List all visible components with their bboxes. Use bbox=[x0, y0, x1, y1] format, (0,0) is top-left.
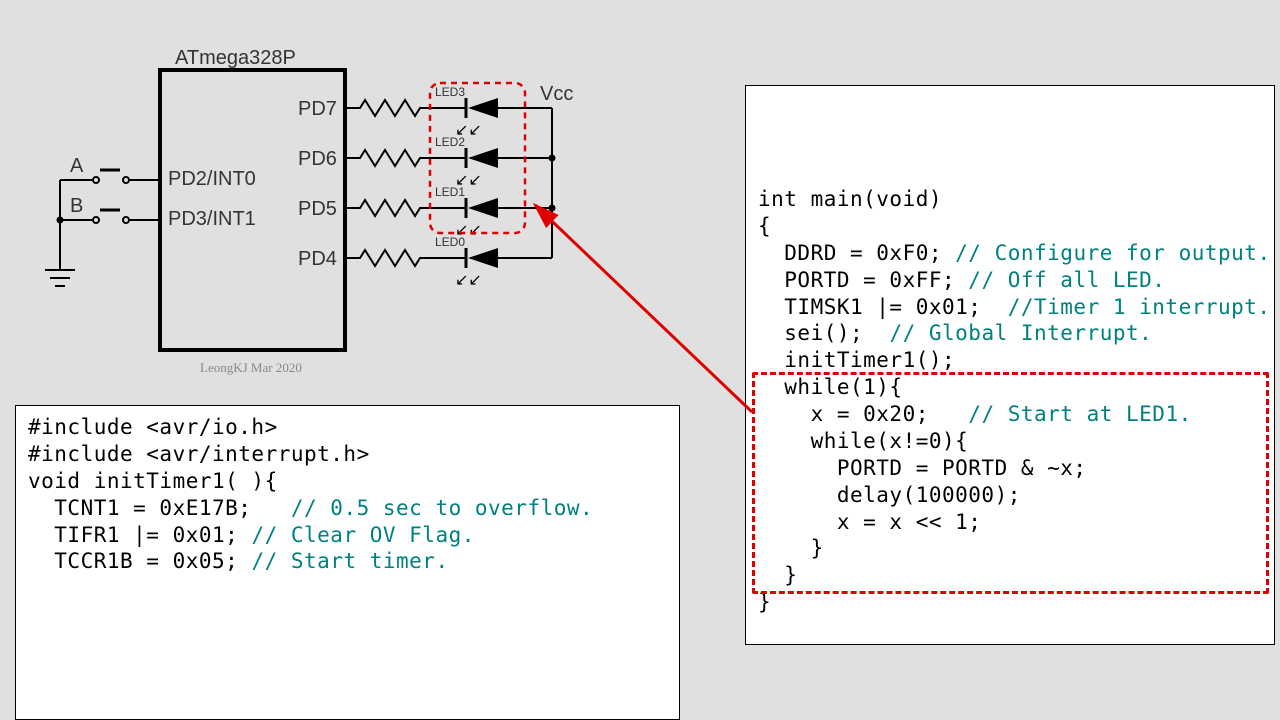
led-label: LED1 bbox=[435, 185, 465, 199]
output-row-pd5: ↙↙LED1 bbox=[345, 185, 552, 239]
code-line: #include <avr/interrupt.h> bbox=[28, 441, 667, 468]
code-line: TCNT1 = 0xE17B; // 0.5 sec to overflow. bbox=[28, 495, 667, 522]
code-line: initTimer1(); bbox=[758, 347, 1262, 374]
pin-pd4: PD4 bbox=[298, 248, 337, 270]
code-line: PORTD = 0xFF; // Off all LED. bbox=[758, 267, 1262, 294]
output-row-pd6: ↙↙LED2 bbox=[345, 135, 552, 189]
code-line: int main(void) bbox=[758, 186, 1262, 213]
ground-icon bbox=[45, 270, 75, 286]
pin-pd7: PD7 bbox=[298, 98, 337, 120]
code-line: TIFR1 |= 0x01; // Clear OV Flag. bbox=[28, 522, 667, 549]
output-row-pd4: ↙↙ LED0 bbox=[345, 235, 552, 289]
svg-text:A: A bbox=[70, 155, 84, 177]
code-line: TIMSK1 |= 0x01; //Timer 1 interrupt. bbox=[758, 294, 1262, 321]
led-label: LED3 bbox=[435, 85, 465, 99]
schematic-area: ATmega328P PD2/INT0 PD3/INT1 PD7 PD6 PD5… bbox=[0, 0, 720, 400]
schematic-svg: ATmega328P PD2/INT0 PD3/INT1 PD7 PD6 PD5… bbox=[0, 0, 720, 400]
code-line: void initTimer1( ){ bbox=[28, 468, 667, 495]
pin-pd6: PD6 bbox=[298, 148, 337, 170]
led-label: LED0 bbox=[435, 235, 465, 249]
code-line: DDRD = 0xF0; // Configure for output. bbox=[758, 240, 1262, 267]
code-line: { bbox=[758, 213, 1262, 240]
svg-text:↙↙: ↙↙ bbox=[455, 272, 482, 289]
output-row-pd7: ↙↙LED3 bbox=[345, 85, 552, 139]
code-line: #include <avr/io.h> bbox=[28, 414, 667, 441]
pin-pd5: PD5 bbox=[298, 198, 337, 220]
button-a: A bbox=[60, 155, 160, 183]
led-label: LED2 bbox=[435, 135, 465, 149]
pin-pd2: PD2/INT0 bbox=[168, 168, 256, 190]
code-highlight-box bbox=[752, 372, 1269, 594]
code-line: sei(); // Global Interrupt. bbox=[758, 320, 1262, 347]
code-left-panel: #include <avr/io.h>#include <avr/interru… bbox=[15, 405, 680, 720]
button-b: B bbox=[60, 195, 160, 223]
code-line: TCCR1B = 0x05; // Start timer. bbox=[28, 548, 667, 575]
svg-text:B: B bbox=[70, 195, 83, 217]
mcu-label: ATmega328P bbox=[175, 47, 296, 69]
vcc-label: Vcc bbox=[540, 83, 573, 105]
pin-pd3: PD3/INT1 bbox=[168, 208, 256, 230]
credit-text: LeongKJ Mar 2020 bbox=[200, 360, 302, 375]
